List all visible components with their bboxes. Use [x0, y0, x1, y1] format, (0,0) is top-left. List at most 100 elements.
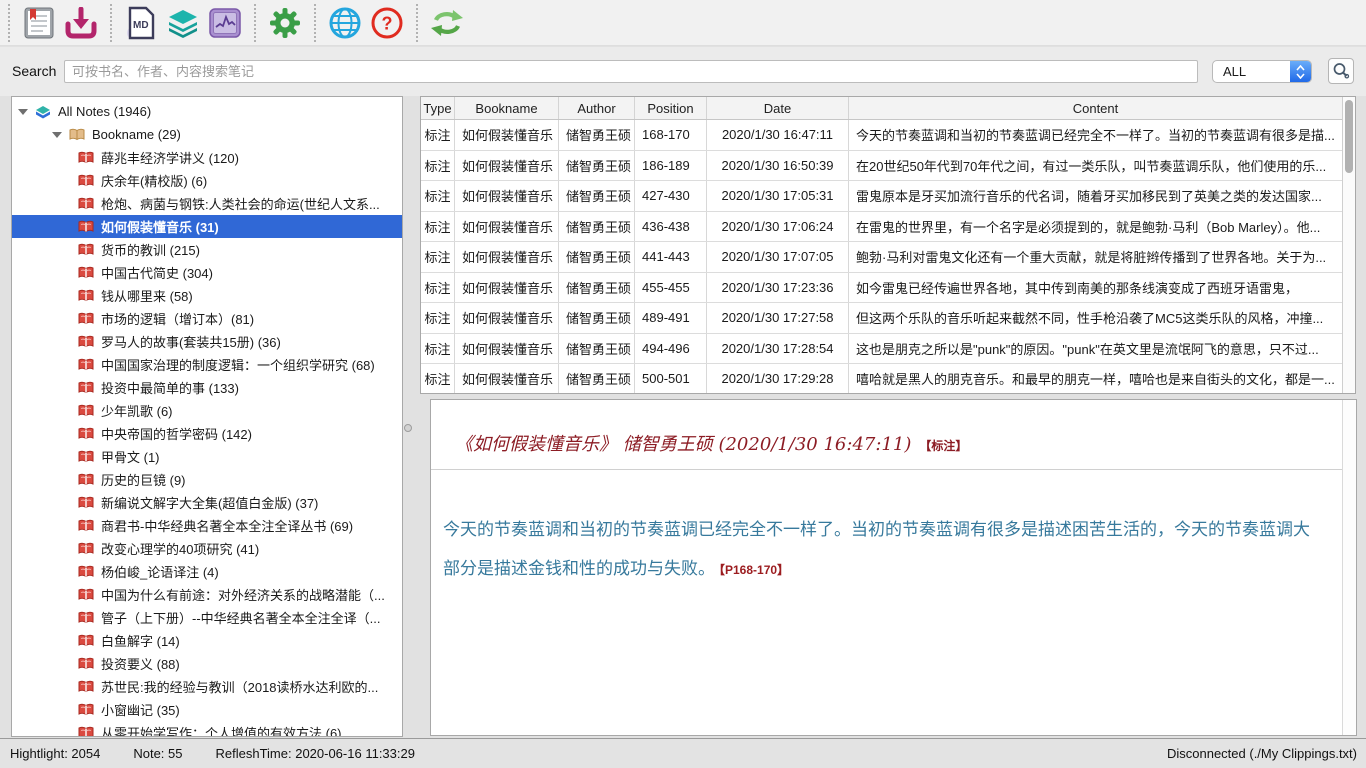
book-icon: [78, 381, 94, 394]
tree-item-book[interactable]: 少年凯歌 (6): [12, 399, 402, 422]
cell-bookname: 如何假装懂音乐: [455, 334, 559, 364]
detail-scrollbar[interactable]: [1342, 400, 1356, 735]
stats-chart-button[interactable]: [204, 3, 246, 43]
book-icon: [78, 404, 94, 417]
table-row[interactable]: 标注如何假装懂音乐储智勇王硕441-4432020/1/30 17:07:05鲍…: [421, 242, 1342, 273]
table-row[interactable]: 标注如何假装懂音乐储智勇王硕186-1892020/1/30 16:50:39在…: [421, 151, 1342, 182]
tree-item-book[interactable]: 如何假装懂音乐 (31): [12, 215, 402, 238]
cell-date: 2020/1/30 17:06:24: [707, 212, 849, 242]
tree-item-book[interactable]: 历史的巨镜 (9): [12, 468, 402, 491]
column-header-content[interactable]: Content: [849, 97, 1342, 119]
tree-item-book[interactable]: 小窗幽记 (35): [12, 698, 402, 721]
book-label: 甲骨文 (1): [101, 447, 160, 466]
cell-date: 2020/1/30 17:27:58: [707, 303, 849, 333]
tree-item-all-notes[interactable]: All Notes (1946): [12, 100, 402, 123]
cell-bookname: 如何假装懂音乐: [455, 151, 559, 181]
book-label: 投资要义 (88): [101, 654, 180, 673]
tree-item-book[interactable]: 从零开始学写作：个人增值的有效方法 (6): [12, 721, 402, 737]
tree-item-book[interactable]: 管子（上下册）--中华经典名著全本全注全译（...: [12, 606, 402, 629]
detail-title-text: 《如何假装懂音乐》 储智勇王硕 (2020/1/30 16:47:11): [455, 434, 911, 455]
tree-item-book[interactable]: 薛兆丰经济学讲义 (120): [12, 146, 402, 169]
note-count: Note: 55: [133, 746, 182, 761]
tree-item-book[interactable]: 钱从哪里来 (58): [12, 284, 402, 307]
tree-item-book[interactable]: 中国国家治理的制度逻辑：一个组织学研究 (68): [12, 353, 402, 376]
table-row[interactable]: 标注如何假装懂音乐储智勇王硕455-4552020/1/30 17:23:36如…: [421, 273, 1342, 304]
tree-item-book[interactable]: 改变心理学的40项研究 (41): [12, 537, 402, 560]
tree-item-book[interactable]: 新编说文解字大全集(超值白金版) (37): [12, 491, 402, 514]
table-row[interactable]: 标注如何假装懂音乐储智勇王硕427-4302020/1/30 17:05:31雷…: [421, 181, 1342, 212]
cell-author: 储智勇王硕: [559, 181, 635, 211]
layers-export-button[interactable]: [162, 3, 204, 43]
search-button[interactable]: [1328, 58, 1354, 84]
column-header-date[interactable]: Date: [707, 97, 849, 119]
help-button[interactable]: ?: [366, 3, 408, 43]
disclosure-triangle-icon[interactable]: [18, 109, 28, 115]
cell-bookname: 如何假装懂音乐: [455, 303, 559, 333]
book-icon: [78, 726, 94, 737]
book-tree-panel: All Notes (1946) Bookname (29) 薛兆丰经济学讲义 …: [11, 96, 403, 737]
book-label: 货币的教训 (215): [101, 240, 200, 259]
table-scrollbar-thumb[interactable]: [1345, 100, 1353, 173]
web-button[interactable]: [324, 3, 366, 43]
column-header-position[interactable]: Position: [635, 97, 707, 119]
sync-refresh-icon: [429, 7, 465, 39]
tree-item-book[interactable]: 投资要义 (88): [12, 652, 402, 675]
disclosure-triangle-icon[interactable]: [52, 132, 62, 138]
book-label: 少年凯歌 (6): [101, 401, 173, 420]
tree-item-book[interactable]: 投资中最简单的事 (133): [12, 376, 402, 399]
splitter-handle[interactable]: [404, 424, 412, 432]
tree-item-book[interactable]: 白鱼解字 (14): [12, 629, 402, 652]
book-label: 如何假装懂音乐 (31): [101, 217, 219, 236]
cell-author: 储智勇王硕: [559, 273, 635, 303]
tree-item-bookname-group[interactable]: Bookname (29): [12, 123, 402, 146]
markdown-export-button[interactable]: MD: [120, 3, 162, 43]
detail-type-tag: 【标注】: [919, 439, 967, 453]
search-scope-dropdown[interactable]: ALL: [1212, 60, 1312, 83]
cell-type: 标注: [421, 303, 455, 333]
tree-item-book[interactable]: 市场的逻辑（增订本）(81): [12, 307, 402, 330]
tree-item-book[interactable]: 枪炮、病菌与钢铁:人类社会的命运(世纪人文系...: [12, 192, 402, 215]
book-label: 庆余年(精校版) (6): [101, 171, 207, 190]
book-label: 白鱼解字 (14): [101, 631, 180, 650]
search-input[interactable]: [64, 60, 1198, 83]
table-scrollbar[interactable]: [1342, 97, 1355, 393]
tree-item-book[interactable]: 货币的教训 (215): [12, 238, 402, 261]
table-header: TypeBooknameAuthorPositionDateContent: [421, 97, 1342, 120]
tree-item-book[interactable]: 罗马人的故事(套装共15册) (36): [12, 330, 402, 353]
column-header-author[interactable]: Author: [559, 97, 635, 119]
settings-button[interactable]: [264, 3, 306, 43]
cell-author: 储智勇王硕: [559, 242, 635, 272]
cell-date: 2020/1/30 17:05:31: [707, 181, 849, 211]
table-row[interactable]: 标注如何假装懂音乐储智勇王硕436-4382020/1/30 17:06:24在…: [421, 212, 1342, 243]
cell-content: 鲍勃·马利对雷鬼文化还有一个重大贡献，就是将脏辫传播到了世界各地。关于为...: [849, 242, 1342, 272]
notes-document-button[interactable]: [18, 3, 60, 43]
tree-item-book[interactable]: 中国古代简史 (304): [12, 261, 402, 284]
cell-date: 2020/1/30 16:50:39: [707, 151, 849, 181]
tree-item-book[interactable]: 中央帝国的哲学密码 (142): [12, 422, 402, 445]
notes-document-icon: [24, 7, 54, 39]
table-row[interactable]: 标注如何假装懂音乐储智勇王硕168-1702020/1/30 16:47:11今…: [421, 120, 1342, 151]
book-icon: [78, 151, 94, 164]
toolbar: MD: [0, 0, 1366, 46]
column-header-type[interactable]: Type: [421, 97, 455, 119]
cell-position: 441-443: [635, 242, 707, 272]
tree-item-book[interactable]: 甲骨文 (1): [12, 445, 402, 468]
column-header-bookname[interactable]: Bookname: [455, 97, 559, 119]
import-download-button[interactable]: [60, 3, 102, 43]
detail-body-text: 今天的节奏蓝调和当初的节奏蓝调已经完全不一样了。当初的节奏蓝调有很多是描述困苦生…: [443, 520, 1310, 578]
tree-item-book[interactable]: 苏世民:我的经验与教训（2018读桥水达利欧的...: [12, 675, 402, 698]
book-icon: [78, 174, 94, 187]
table-row[interactable]: 标注如何假装懂音乐储智勇王硕489-4912020/1/30 17:27:58但…: [421, 303, 1342, 334]
table-row[interactable]: 标注如何假装懂音乐储智勇王硕500-5012020/1/30 17:29:28嘻…: [421, 364, 1342, 394]
tree-item-book[interactable]: 庆余年(精校版) (6): [12, 169, 402, 192]
book-label: 中央帝国的哲学密码 (142): [101, 424, 252, 443]
sync-refresh-button[interactable]: [426, 3, 468, 43]
cell-type: 标注: [421, 212, 455, 242]
cell-type: 标注: [421, 120, 455, 150]
tree-item-book[interactable]: 商君书-中华经典名著全本全注全译丛书 (69): [12, 514, 402, 537]
note-detail-panel: 《如何假装懂音乐》 储智勇王硕 (2020/1/30 16:47:11) 【标注】…: [430, 399, 1357, 736]
table-row[interactable]: 标注如何假装懂音乐储智勇王硕494-4962020/1/30 17:28:54这…: [421, 334, 1342, 365]
tree-item-book[interactable]: 中国为什么有前途：对外经济关系的战略潜能（...: [12, 583, 402, 606]
search-label: Search: [12, 63, 56, 79]
tree-item-book[interactable]: 杨伯峻_论语译注 (4): [12, 560, 402, 583]
